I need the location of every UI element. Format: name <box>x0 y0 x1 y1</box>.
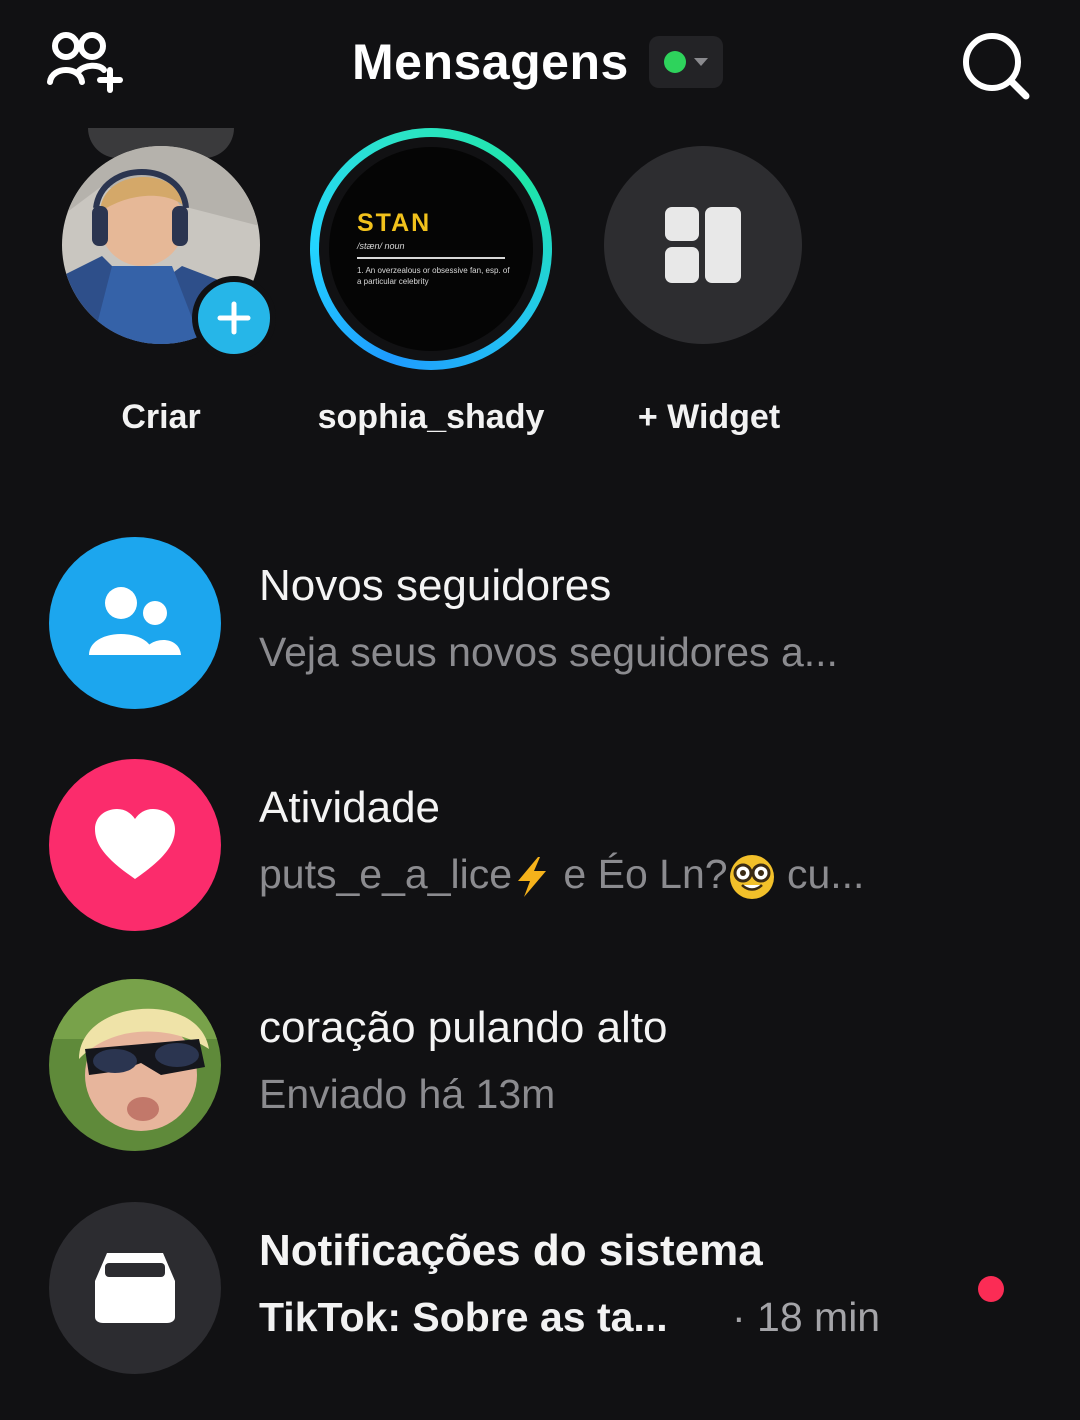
search-button[interactable] <box>956 26 1036 106</box>
online-status-toggle[interactable] <box>648 36 723 88</box>
followers-icon <box>89 587 181 655</box>
list-item-title: Atividade <box>259 783 441 832</box>
widget-icon <box>665 207 741 283</box>
list-item-title: Notificações do sistema <box>259 1226 763 1275</box>
story-criar[interactable]: Criar <box>16 128 306 458</box>
stan-word: STAN <box>357 209 432 237</box>
story-sophia-shady[interactable]: STAN /stæn/ noun 1. An overzealous or ob… <box>286 128 576 458</box>
inbox-icon <box>95 1253 175 1323</box>
system-avatar <box>49 1202 221 1374</box>
list-item-subtitle: Veja seus novos seguidores a... <box>259 629 838 675</box>
create-story-button[interactable] <box>192 276 276 360</box>
list-item-title: Novos seguidores <box>259 561 612 610</box>
list-item-subtitle: TikTok: Sobre as ta... <box>259 1294 668 1340</box>
list-item-system-notifications[interactable]: Notificações do sistema TikTok: Sobre as… <box>0 1202 1080 1392</box>
add-friends-button[interactable] <box>44 28 128 98</box>
story-label: sophia_shady <box>317 398 545 436</box>
activity-avatar <box>49 759 221 931</box>
add-icon <box>217 301 251 335</box>
list-item-subtitle: puts_e_a_lice e Éo Ln? cu... <box>259 851 864 901</box>
heart-icon <box>95 809 175 879</box>
unread-dot <box>978 1276 1004 1302</box>
add-widget-button[interactable]: + Widget <box>560 128 850 458</box>
story-label: + Widget <box>637 398 781 436</box>
stan-definition: 1. An overzealous or obsessive fan, esp.… <box>357 266 510 286</box>
story-label: Criar <box>121 398 201 436</box>
widget-circle <box>604 146 802 344</box>
list-item-new-followers[interactable]: Novos seguidores Veja seus novos seguido… <box>0 537 1080 727</box>
online-status-dot <box>663 51 686 73</box>
lightning-icon <box>518 857 547 898</box>
list-item-subtitle: Enviado há 13m <box>259 1071 556 1117</box>
search-icon <box>963 33 1030 100</box>
subtitle-ellipsis: cu... <box>775 851 865 897</box>
nerd-face-icon <box>729 855 774 900</box>
avatar <box>49 979 221 1151</box>
subtitle-username: e Éo Ln? <box>552 851 728 897</box>
story-ring: STAN /stæn/ noun 1. An overzealous or ob… <box>310 128 552 370</box>
timestamp: · 18 min <box>732 1294 881 1340</box>
header-title-group: Mensagens <box>352 32 723 92</box>
list-item-activity[interactable]: Atividade puts_e_a_lice e Éo Ln? cu... <box>0 759 1080 949</box>
add-friends-icon <box>47 32 123 93</box>
followers-avatar <box>49 537 221 709</box>
chevron-down-icon <box>693 58 708 66</box>
story-thumbnail: STAN /stæn/ noun 1. An overzealous or ob… <box>329 147 533 351</box>
page-title: Mensagens <box>352 34 629 90</box>
list-item-title: coração pulando alto <box>259 1003 668 1052</box>
subtitle-username: puts_e_a_lice <box>259 851 513 897</box>
list-item-chat[interactable]: coração pulando alto Enviado há 13m <box>0 979 1080 1169</box>
stan-phonetic: /stæn/ noun <box>357 241 405 251</box>
divider <box>357 257 505 259</box>
